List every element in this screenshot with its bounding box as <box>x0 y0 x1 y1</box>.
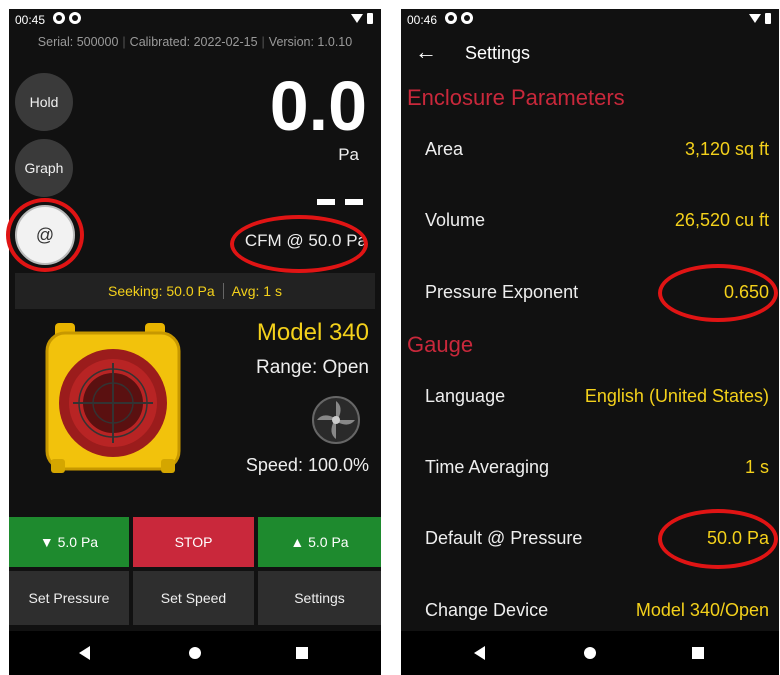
status-bar: 00:46 <box>401 9 779 31</box>
change-device-value[interactable]: Model 340/Open <box>636 600 769 621</box>
time-averaging-label[interactable]: Time Averaging <box>425 457 549 478</box>
version-text: Version: 1.0.10 <box>268 35 353 49</box>
section-enclosure-parameters: Enclosure Parameters <box>407 85 625 110</box>
blower-fan-image <box>45 323 181 473</box>
system-icons <box>351 13 373 24</box>
averaging-text: Avg: 1 s <box>231 283 282 299</box>
pressure-exponent-value[interactable]: 0.650 <box>724 282 769 303</box>
volume-label[interactable]: Volume <box>425 210 485 231</box>
volume-value[interactable]: 26,520 cu ft <box>675 210 769 231</box>
area-label[interactable]: Area <box>425 139 463 160</box>
nav-home-icon[interactable] <box>189 647 201 659</box>
section-gauge: Gauge <box>407 332 474 357</box>
battery-icon <box>765 13 771 24</box>
serial-text: Serial: 500000 <box>37 35 119 49</box>
increase-pressure-button[interactable]: ▲ 5.0 Pa <box>258 517 381 567</box>
notification-icon <box>445 12 457 24</box>
area-value[interactable]: 3,120 sq ft <box>685 139 769 160</box>
back-arrow-icon[interactable]: ← <box>415 39 437 65</box>
fan-icon <box>312 396 360 444</box>
language-label[interactable]: Language <box>425 386 505 407</box>
wifi-icon <box>351 14 363 23</box>
default-pressure-value[interactable]: 50.0 Pa <box>707 528 769 549</box>
flow-label: CFM @ 50.0 Pa <box>244 231 367 250</box>
flow-reading-dashes <box>317 199 363 205</box>
device-info-line: Serial: 500000 | Calibrated: 2022-02-15 | Ve… <box>37 35 353 49</box>
settings-button[interactable]: Settings <box>258 571 381 625</box>
gauge-screen: 00:45 Serial: 500000 | Calibrated: 2022-02… <box>9 9 381 675</box>
notification-icon <box>53 12 65 24</box>
range-text: Range: Open <box>255 357 369 378</box>
system-icons <box>749 13 771 24</box>
android-nav-bar <box>401 631 779 675</box>
page-title: Settings <box>465 43 531 63</box>
seeking-text: Seeking: 50.0 Pa <box>108 283 215 299</box>
decrease-pressure-button[interactable]: ▼ 5.0 Pa <box>9 517 129 567</box>
language-value[interactable]: English (United States) <box>585 386 769 407</box>
at-pressure-button[interactable]: @ <box>15 205 75 265</box>
model-name: Model 340 <box>256 319 369 346</box>
set-speed-button[interactable]: Set Speed <box>133 571 254 625</box>
change-device-label[interactable]: Change Device <box>425 600 548 621</box>
speed-text: Speed: 100.0% <box>245 455 369 475</box>
calibrated-text: Calibrated: 2022-02-15 <box>129 35 258 49</box>
hold-button[interactable]: Hold <box>15 73 73 131</box>
nav-recents-icon[interactable] <box>296 647 308 659</box>
status-bar: 00:45 <box>9 9 381 31</box>
notification-icon <box>461 12 473 24</box>
wifi-icon <box>749 14 761 23</box>
pressure-reading: 0.0 <box>269 67 367 145</box>
pressure-exponent-label[interactable]: Pressure Exponent <box>425 282 578 303</box>
settings-screen: 00:46 ← Settings Enclosure Parameters Ar… <box>401 9 779 675</box>
pressure-unit: Pa <box>338 145 359 164</box>
time-averaging-value[interactable]: 1 s <box>745 457 769 478</box>
android-nav-bar <box>9 631 381 675</box>
battery-icon <box>367 13 373 24</box>
seek-status-bar: Seeking: 50.0 Pa Avg: 1 s <box>15 273 375 309</box>
nav-back-icon[interactable] <box>474 646 485 660</box>
graph-button[interactable]: Graph <box>15 139 73 197</box>
status-time: 00:46 <box>407 13 438 27</box>
nav-recents-icon[interactable] <box>692 647 704 659</box>
notification-icons <box>445 12 473 24</box>
notification-icons <box>53 12 81 24</box>
app-bar: ← Settings <box>401 35 779 75</box>
status-time: 00:45 <box>15 13 46 27</box>
nav-home-icon[interactable] <box>584 647 596 659</box>
set-pressure-button[interactable]: Set Pressure <box>9 571 129 625</box>
default-pressure-label[interactable]: Default @ Pressure <box>425 528 582 549</box>
nav-back-icon[interactable] <box>79 646 90 660</box>
stop-button[interactable]: STOP <box>133 517 254 567</box>
notification-icon <box>69 12 81 24</box>
